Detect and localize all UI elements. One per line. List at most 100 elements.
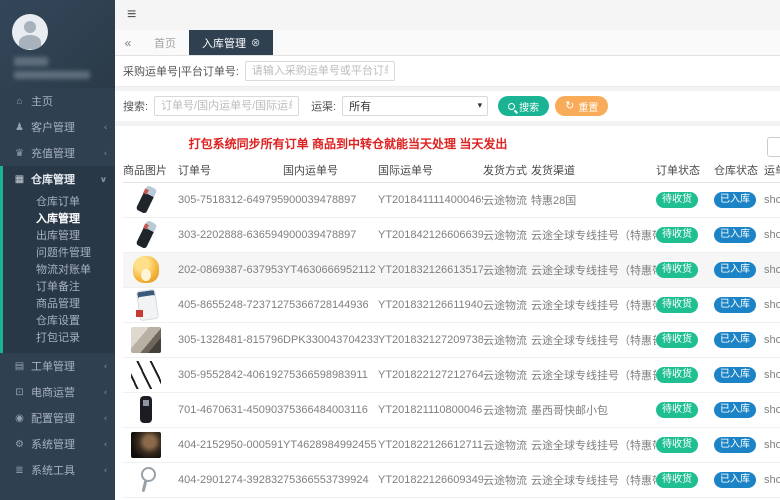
tab-入库管理[interactable]: 入库管理 ⊗: [189, 30, 274, 55]
table-row: 303-2202888-6365943 900039478897 YT2018421…: [123, 218, 780, 253]
warehouse-status-badge: 已入库: [714, 402, 756, 418]
domestic-tracking-cell: 75366728144936: [283, 299, 369, 311]
table-header-row: 商品图片订单号 国内运单号 国际运单号 发货方式发货渠道 订单状态 仓库状态运单来源: [123, 157, 780, 183]
sidebar-item-ecommerce[interactable]: ⊡ 电商运营 ‹: [3, 379, 115, 405]
thumb-photo-dark: [129, 429, 163, 461]
sidebar-subitem[interactable]: 仓库设置: [3, 313, 115, 330]
table-row: 404-2901274-3928327 75366553739924 YT20182…: [123, 463, 780, 498]
order-number-cell: 305-7518312-6497952: [178, 194, 283, 206]
source-cell: sho: [764, 229, 780, 241]
order-status-cell: 待收货: [656, 402, 714, 418]
user-name-blurred: [14, 57, 48, 66]
sidebar-subitem[interactable]: 问题件管理: [3, 245, 115, 262]
domestic-tracking-cell: DPK330043704233: [283, 334, 378, 346]
domestic-tracking-cell: 75366484003116: [283, 404, 368, 416]
order-number-cell: 303-2202888-6365943: [178, 229, 283, 241]
shipping-channel-cell: 特惠28国: [531, 195, 577, 207]
order-number-cell: 701-4670631-4509033: [178, 404, 283, 416]
sidebar-submenu: 仓库订单 入库管理 出库管理 问题件管理 物流对账单 订单备注 商品管理 仓库设置 打包记录: [3, 192, 115, 353]
thumb-gadget-dark: [129, 184, 163, 216]
sidebar-item-config[interactable]: ◉ 配置管理 ‹: [3, 405, 115, 431]
user-profile[interactable]: [0, 0, 115, 88]
sidebar-menu: ⌂ 主页 ♟ 客户管理 ‹ ♛ 充值管理 ‹ ▦ 仓库管理 ∨ 仓库订单 入库管理 出库管理 问题件管理 物流…: [0, 88, 115, 483]
warehouse-status-cell: 已入库: [714, 262, 764, 278]
sidebar-item-warehouse[interactable]: ▦ 仓库管理 ∨: [3, 166, 115, 192]
sidebar-subitem[interactable]: 物流对账单: [3, 262, 115, 279]
search-input[interactable]: [154, 96, 300, 116]
order-status-cell: 待收货: [656, 472, 714, 488]
warehouse-status-cell: 已入库: [714, 472, 764, 488]
tab-label: 入库管理: [202, 37, 246, 50]
tab-首页[interactable]: 首页: [141, 30, 189, 55]
reset-button[interactable]: ↻ 重置: [555, 96, 609, 116]
warehouse-status-badge: 已入库: [714, 192, 756, 208]
warehouse-status-cell: 已入库: [714, 367, 764, 383]
sidebar-subitem[interactable]: 出库管理: [3, 228, 115, 245]
purchase-waybill-label: 采购运单号|平台订单号:: [123, 66, 239, 78]
sidebar-subitem[interactable]: 商品管理: [3, 296, 115, 313]
thumb-loupe: [129, 464, 163, 496]
shipping-channel-cell: 云途全球专线挂号（特惠带电）: [531, 230, 656, 242]
sidebar-item-label: 系统管理: [31, 439, 75, 451]
warehouse-status-cell: 已入库: [714, 297, 764, 313]
search-button[interactable]: 搜索: [498, 96, 550, 116]
shipping-channel-cell: 云途全球专线挂号（特惠普货）: [531, 370, 656, 382]
thumb-photo-items: [129, 324, 163, 356]
partial-toolbar-button[interactable]: [767, 137, 780, 157]
recharge-icon: ♛: [15, 147, 24, 159]
domestic-tracking-cell: 75366553739924: [283, 474, 369, 486]
warehouse-status-badge: 已入库: [714, 367, 756, 383]
domestic-tracking-cell: YT4630666952112: [283, 264, 376, 276]
source-cell: sho: [764, 439, 780, 451]
sidebar-subitem[interactable]: 入库管理: [3, 211, 115, 228]
column-header: 发货渠道: [531, 164, 575, 177]
intl-tracking-cell: YT2018321272097384: [378, 334, 483, 346]
source-cell: sho: [764, 334, 780, 346]
sidebar-item-system[interactable]: ⚙ 系统管理 ‹: [3, 431, 115, 457]
chevron-left-icon: ‹: [104, 439, 107, 449]
sidebar-item-tickets[interactable]: ▤ 工单管理 ‹: [3, 353, 115, 379]
chevron-left-icon: ‹: [104, 387, 107, 397]
sidebar-item-customers[interactable]: ♟ 客户管理 ‹: [3, 114, 115, 140]
sidebar-subitem[interactable]: 订单备注: [3, 279, 115, 296]
sidebar-subitem[interactable]: 仓库订单: [3, 194, 115, 211]
order-number-cell: 305-9552842-4061929: [178, 369, 283, 381]
table-row: 305-7518312-6497952 900039478897 YT2018411…: [123, 183, 780, 218]
intl-tracking-cell: YT2018221272127645: [378, 369, 483, 381]
sidebar-subitem[interactable]: 打包记录: [3, 330, 115, 347]
sidebar-item-recharge[interactable]: ♛ 充值管理 ‹: [3, 140, 115, 166]
shipping-method-cell: 云途物流: [483, 230, 527, 242]
hamburger-menu-icon[interactable]: ≡: [127, 7, 136, 23]
table-body: 305-7518312-6497952 900039478897 YT2018411…: [123, 183, 780, 498]
table-row: 404-2152950-0005918 YT4628984992455 YT2018…: [123, 428, 780, 463]
product-image-cell: [123, 394, 178, 426]
shipping-method-cell: 云途物流: [483, 195, 527, 207]
channel-select[interactable]: 所有 ▾: [342, 96, 489, 116]
shipping-method-cell: 云途物流: [483, 300, 527, 312]
product-image-cell: [123, 429, 178, 461]
shipping-channel-cell: 云途全球专线挂号（特惠带电）: [531, 265, 656, 277]
table-row: 202-0869387-6379533 YT4630666952112 YT2018…: [123, 253, 780, 288]
close-icon[interactable]: ⊗: [251, 36, 260, 49]
tabs-collapse-icon[interactable]: «: [115, 30, 141, 55]
sidebar-item-tools[interactable]: ≣ 系统工具 ‹: [3, 457, 115, 483]
warehouse-status-cell: 已入库: [714, 227, 764, 243]
thumb-remote-black: [129, 394, 163, 426]
thumb-pens: [129, 359, 163, 391]
source-cell: sho: [764, 474, 780, 486]
shipping-channel-cell: 云途全球专线挂号（特惠带电）: [531, 440, 656, 452]
product-image-cell: [123, 219, 178, 251]
order-number-cell: 202-0869387-6379533: [178, 264, 283, 276]
intl-tracking-cell: YT2018221266093490: [378, 474, 483, 486]
warehouse-status-cell: 已入库: [714, 192, 764, 208]
product-image-cell: [123, 464, 178, 496]
thumb-device-red: [129, 289, 163, 321]
order-status-badge: 待收货: [656, 332, 698, 348]
order-status-cell: 待收货: [656, 192, 714, 208]
warehouse-status-badge: 已入库: [714, 472, 756, 488]
purchase-waybill-input[interactable]: [244, 61, 395, 81]
topbar: ≡: [115, 0, 780, 30]
order-status-badge: 待收货: [656, 227, 698, 243]
monitor-icon: ⊡: [15, 386, 24, 398]
sidebar-item-home[interactable]: ⌂ 主页: [3, 88, 115, 114]
